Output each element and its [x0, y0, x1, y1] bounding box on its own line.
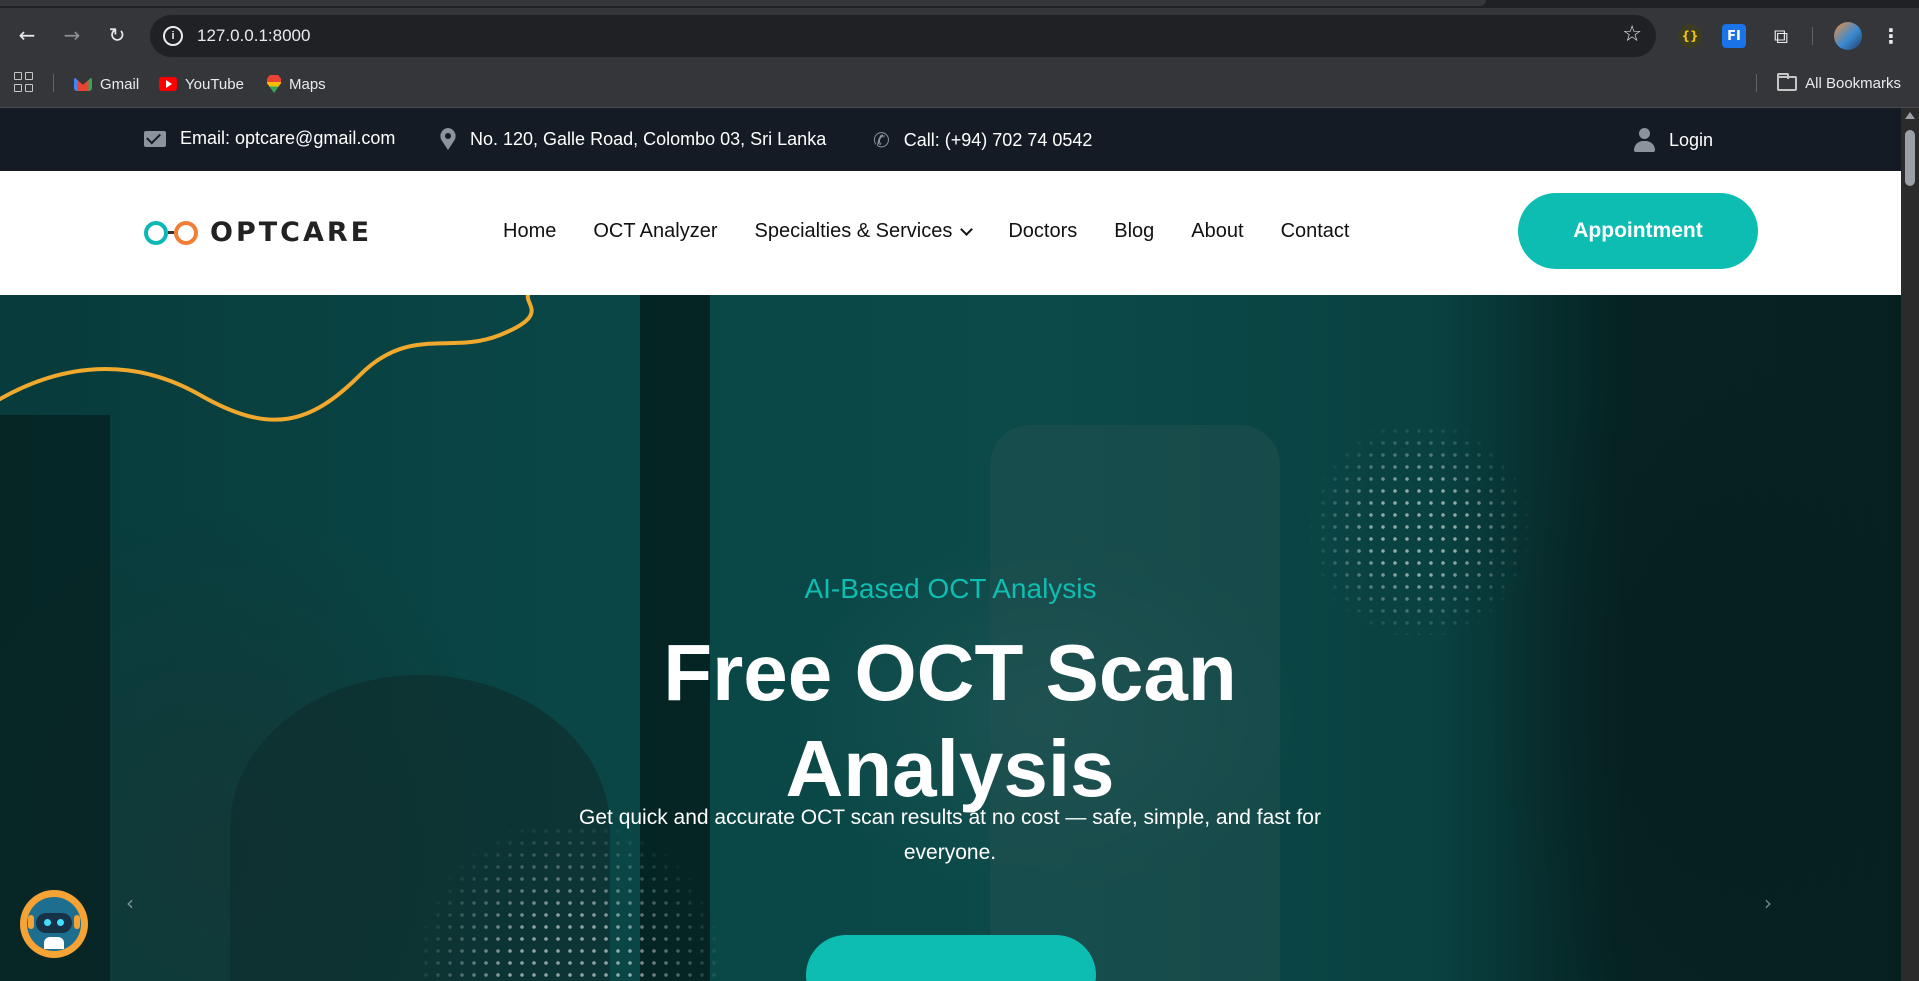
bookmarks-divider: [1756, 74, 1758, 92]
bookmark-maps[interactable]: Maps: [267, 74, 326, 94]
extensions-puzzle-icon[interactable]: ⧉: [1768, 24, 1794, 48]
robot-icon: [27, 897, 81, 951]
maps-icon: [267, 75, 281, 93]
slider-next-icon[interactable]: ›: [1764, 891, 1772, 915]
logo-wordmark: OPTCARE: [210, 217, 373, 248]
bookmark-gmail[interactable]: Gmail: [74, 74, 139, 94]
topbar-email[interactable]: Email: optcare@gmail.com: [144, 128, 395, 149]
bookmark-star-icon[interactable]: ☆: [1622, 22, 1642, 47]
nav-home[interactable]: Home: [503, 220, 556, 243]
nav-oct-analyzer[interactable]: OCT Analyzer: [593, 220, 717, 243]
fi-extension-icon[interactable]: FI: [1722, 24, 1746, 48]
email-text: Email: optcare@gmail.com: [180, 128, 396, 148]
nav-about[interactable]: About: [1191, 220, 1243, 243]
bookmark-label: Maps: [289, 75, 326, 93]
hero-title: Free OCT Scan Analysis: [663, 628, 1237, 813]
optcare-logo[interactable]: OPTCARE: [144, 217, 372, 248]
scroll-up-icon[interactable]: [1905, 112, 1915, 119]
hero-bg-shape: [1440, 295, 1901, 981]
wave-line-decoration: [0, 295, 534, 422]
gmail-icon: [74, 77, 92, 91]
nav-blog[interactable]: Blog: [1114, 220, 1154, 243]
topbar-address: No. 120, Galle Road, Colombo 03, Sri Lan…: [440, 128, 826, 150]
logo-lens-right-icon: [174, 220, 198, 245]
back-button[interactable]: ←: [12, 20, 42, 50]
active-tab-edge: [0, 0, 1486, 6]
phone-text: Call: (+94) 702 74 0542: [903, 129, 1093, 150]
login-text: Login: [1669, 129, 1714, 150]
url-text[interactable]: 127.0.0.1:8000: [197, 26, 310, 46]
address-bar[interactable]: i 127.0.0.1:8000 ☆: [150, 15, 1656, 57]
browser-menu-icon[interactable]: ⋮: [1880, 22, 1902, 50]
nav-contact[interactable]: Contact: [1281, 220, 1350, 243]
apps-grid-icon[interactable]: [14, 72, 34, 92]
json-extension-icon[interactable]: {}: [1678, 24, 1702, 48]
page-viewport: Email: optcare@gmail.com No. 120, Galle …: [0, 108, 1901, 981]
bookmarks-divider: [53, 74, 54, 92]
map-pin-icon: [440, 128, 456, 150]
slider-prev-icon[interactable]: ‹: [126, 891, 134, 915]
all-bookmarks-label: All Bookmarks: [1805, 74, 1901, 92]
reload-button[interactable]: ↻: [102, 20, 132, 50]
envelope-icon: [144, 130, 166, 147]
tab-strip: [0, 0, 1919, 8]
nav-doctors[interactable]: Doctors: [1008, 220, 1077, 243]
address-text: No. 120, Galle Road, Colombo 03, Sri Lan…: [470, 128, 827, 149]
nav-specialties-label: Specialties & Services: [754, 220, 953, 242]
profile-avatar[interactable]: [1834, 22, 1862, 50]
page-scrollbar[interactable]: [1901, 108, 1919, 981]
nav-specialties-services[interactable]: Specialties & Services: [754, 220, 974, 243]
youtube-icon: [159, 77, 177, 91]
hero-subtitle: AI-Based OCT Analysis: [804, 573, 1097, 604]
all-bookmarks-button[interactable]: All Bookmarks: [1756, 72, 1901, 92]
bookmarks-bar: Gmail YouTube Maps All Bookmarks: [0, 62, 1919, 108]
user-icon: [1633, 128, 1655, 152]
login-link[interactable]: Login: [1633, 128, 1713, 152]
folder-icon: [1777, 72, 1798, 91]
hero-cta-button[interactable]: [806, 935, 1096, 981]
chatbot-launcher[interactable]: [20, 890, 88, 958]
site-info-icon[interactable]: i: [163, 26, 183, 46]
chevron-down-icon: [960, 222, 974, 236]
main-nav: Home OCT Analyzer Specialties & Services…: [503, 220, 1387, 243]
browser-toolbar: ← → ↻ i 127.0.0.1:8000 ☆ {} FI ⧉ ⋮: [0, 8, 1919, 62]
bookmark-label: YouTube: [185, 75, 244, 93]
scrollbar-thumb[interactable]: [1905, 130, 1915, 186]
logo-lens-left-icon: [144, 220, 168, 245]
topbar-phone[interactable]: ✆ Call: (+94) 702 74 0542: [873, 128, 1092, 152]
hero-description: Get quick and accurate OCT scan results …: [579, 806, 1321, 864]
bookmark-youtube[interactable]: YouTube: [159, 74, 244, 94]
bookmark-label: Gmail: [100, 75, 140, 93]
phone-icon: ✆: [873, 128, 890, 152]
appointment-button[interactable]: Appointment: [1518, 193, 1758, 269]
site-header: OPTCARE Home OCT Analyzer Specialties & …: [0, 171, 1901, 295]
contact-topbar: Email: optcare@gmail.com No. 120, Galle …: [0, 108, 1901, 171]
hero-slider: AI-Based OCT Analysis Free OCT Scan Anal…: [0, 295, 1901, 981]
forward-button[interactable]: →: [57, 20, 87, 50]
toolbar-divider: [1812, 27, 1813, 45]
